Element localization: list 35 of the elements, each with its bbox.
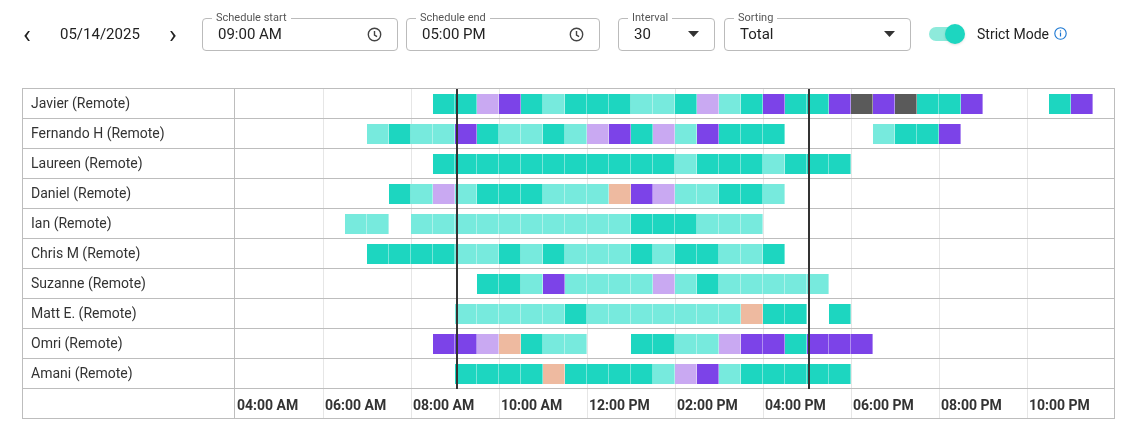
time-axis-label: 04:00 AM [237,396,299,415]
time-axis-label: 02:00 PM [677,396,738,415]
time-axis-label: 04:00 PM [765,396,826,415]
employee-name: Daniel (Remote) [23,179,235,208]
employee-name: Ian (Remote) [23,209,235,238]
employee-name: Matt E. (Remote) [23,299,235,328]
employee-name: Amani (Remote) [23,359,235,388]
info-icon[interactable] [1053,27,1067,40]
date-label: 05/14/2025 [60,23,141,45]
dropdown-caret-icon [688,31,699,37]
time-axis-label: 08:00 PM [941,396,1002,415]
next-day-button[interactable]: › [162,19,184,49]
field-value: 30 [634,23,651,45]
field-label: Sorting [734,10,778,25]
time-axis-label: 10:00 AM [501,396,563,415]
strict-mode-toggle[interactable] [929,23,965,45]
field-value: 05:00 PM [422,23,486,45]
time-axis-label: 06:00 AM [325,396,387,415]
time-axis-label: 10:00 PM [1029,396,1090,415]
employee-name: Laureen (Remote) [23,149,235,178]
employee-name: Suzanne (Remote) [23,269,235,298]
field-value: Total [740,23,774,45]
strict-mode-label: Strict Mode [977,24,1049,44]
field-value: 09:00 AM [218,23,282,45]
employee-name: Chris M (Remote) [23,239,235,268]
previous-day-button[interactable]: ‹ [16,19,38,49]
clock-icon [367,26,382,42]
time-axis-label: 12:00 PM [589,396,650,415]
clock-icon [569,26,584,42]
employee-name: Omri (Remote) [23,329,235,358]
dropdown-caret-icon [884,31,895,37]
time-axis-label: 08:00 AM [413,396,475,415]
employee-name: Javier (Remote) [23,89,235,118]
employee-name: Fernando H (Remote) [23,119,235,148]
time-axis-label: 06:00 PM [853,396,914,415]
